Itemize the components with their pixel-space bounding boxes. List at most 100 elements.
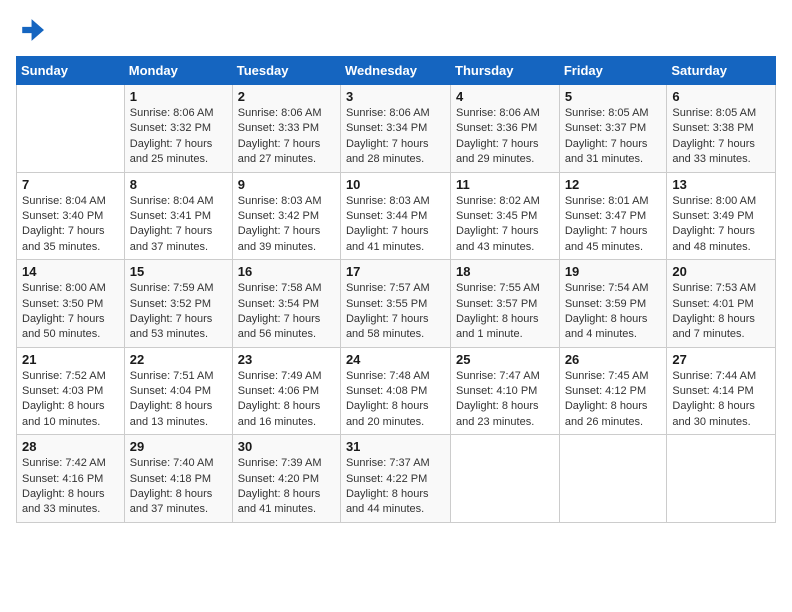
day-cell: [17, 85, 125, 173]
day-cell: 11 Sunrise: 8:02 AM Sunset: 3:45 PM Dayli…: [451, 172, 560, 260]
day-cell: 26 Sunrise: 7:45 AM Sunset: 4:12 PM Dayli…: [559, 347, 667, 435]
column-header-friday: Friday: [559, 57, 667, 85]
day-detail: Sunrise: 8:06 AM Sunset: 3:36 PM Dayligh…: [456, 106, 554, 168]
day-number: 9: [238, 177, 335, 192]
day-number: 10: [346, 177, 445, 192]
column-header-thursday: Thursday: [451, 57, 560, 85]
day-number: 18: [456, 264, 554, 279]
column-header-tuesday: Tuesday: [232, 57, 340, 85]
day-detail: Sunrise: 7:54 AM Sunset: 3:59 PM Dayligh…: [565, 281, 662, 343]
day-cell: 6Sunrise: 8:05 AM Sunset: 3:38 PM Daylig…: [667, 85, 776, 173]
day-cell: 31Sunrise: 7:37 AM Sunset: 4:22 PM Dayli…: [340, 435, 450, 523]
day-detail: Sunrise: 7:40 AM Sunset: 4:18 PM Dayligh…: [130, 456, 227, 518]
day-cell: 19 Sunrise: 7:54 AM Sunset: 3:59 PM Dayli…: [559, 260, 667, 348]
week-row-3: 14 Sunrise: 8:00 AM Sunset: 3:50 PM Dayli…: [17, 260, 776, 348]
day-cell: 30 Sunrise: 7:39 AM Sunset: 4:20 PM Dayli…: [232, 435, 340, 523]
calendar-header-row: SundayMondayTuesdayWednesdayThursdayFrid…: [17, 57, 776, 85]
day-cell: [559, 435, 667, 523]
day-cell: 24 Sunrise: 7:48 AM Sunset: 4:08 PM Dayli…: [340, 347, 450, 435]
day-cell: 10 Sunrise: 8:03 AM Sunset: 3:44 PM Dayli…: [340, 172, 450, 260]
day-number: 29: [130, 439, 227, 454]
day-number: 3: [346, 89, 445, 104]
day-cell: 8Sunrise: 8:04 AM Sunset: 3:41 PM Daylig…: [124, 172, 232, 260]
day-number: 19: [565, 264, 662, 279]
day-detail: Sunrise: 7:55 AM Sunset: 3:57 PM Dayligh…: [456, 281, 554, 343]
day-number: 28: [22, 439, 119, 454]
day-cell: 22 Sunrise: 7:51 AM Sunset: 4:04 PM Dayli…: [124, 347, 232, 435]
day-detail: Sunrise: 8:06 AM Sunset: 3:33 PM Dayligh…: [238, 106, 335, 168]
day-number: 7: [22, 177, 119, 192]
day-cell: 15 Sunrise: 7:59 AM Sunset: 3:52 PM Dayli…: [124, 260, 232, 348]
day-number: 20: [672, 264, 770, 279]
calendar-table: SundayMondayTuesdayWednesdayThursdayFrid…: [16, 56, 776, 523]
day-detail: Sunrise: 7:58 AM Sunset: 3:54 PM Dayligh…: [238, 281, 335, 343]
day-number: 22: [130, 352, 227, 367]
logo: [16, 16, 46, 44]
day-number: 31: [346, 439, 445, 454]
day-detail: Sunrise: 7:51 AM Sunset: 4:04 PM Dayligh…: [130, 369, 227, 431]
day-cell: 29 Sunrise: 7:40 AM Sunset: 4:18 PM Dayli…: [124, 435, 232, 523]
day-detail: Sunrise: 7:59 AM Sunset: 3:52 PM Dayligh…: [130, 281, 227, 343]
day-cell: 16 Sunrise: 7:58 AM Sunset: 3:54 PM Dayli…: [232, 260, 340, 348]
day-cell: 28Sunrise: 7:42 AM Sunset: 4:16 PM Dayli…: [17, 435, 125, 523]
day-number: 12: [565, 177, 662, 192]
day-cell: 20Sunrise: 7:53 AM Sunset: 4:01 PM Dayli…: [667, 260, 776, 348]
day-number: 1: [130, 89, 227, 104]
day-number: 21: [22, 352, 119, 367]
day-detail: Sunrise: 8:00 AM Sunset: 3:49 PM Dayligh…: [672, 194, 770, 256]
week-row-1: 1 Sunrise: 8:06 AM Sunset: 3:32 PM Daylig…: [17, 85, 776, 173]
day-number: 16: [238, 264, 335, 279]
day-number: 23: [238, 352, 335, 367]
day-detail: Sunrise: 8:03 AM Sunset: 3:44 PM Dayligh…: [346, 194, 445, 256]
day-number: 25: [456, 352, 554, 367]
day-cell: 12 Sunrise: 8:01 AM Sunset: 3:47 PM Dayli…: [559, 172, 667, 260]
day-detail: Sunrise: 8:01 AM Sunset: 3:47 PM Dayligh…: [565, 194, 662, 256]
day-cell: 1 Sunrise: 8:06 AM Sunset: 3:32 PM Daylig…: [124, 85, 232, 173]
day-detail: Sunrise: 8:03 AM Sunset: 3:42 PM Dayligh…: [238, 194, 335, 256]
day-cell: 9 Sunrise: 8:03 AM Sunset: 3:42 PM Daylig…: [232, 172, 340, 260]
day-number: 17: [346, 264, 445, 279]
day-cell: 23 Sunrise: 7:49 AM Sunset: 4:06 PM Dayli…: [232, 347, 340, 435]
day-number: 26: [565, 352, 662, 367]
day-number: 15: [130, 264, 227, 279]
week-row-5: 28Sunrise: 7:42 AM Sunset: 4:16 PM Dayli…: [17, 435, 776, 523]
day-detail: Sunrise: 8:00 AM Sunset: 3:50 PM Dayligh…: [22, 281, 119, 343]
day-detail: Sunrise: 7:45 AM Sunset: 4:12 PM Dayligh…: [565, 369, 662, 431]
day-number: 27: [672, 352, 770, 367]
column-header-wednesday: Wednesday: [340, 57, 450, 85]
day-number: 5: [565, 89, 662, 104]
day-number: 2: [238, 89, 335, 104]
day-detail: Sunrise: 7:39 AM Sunset: 4:20 PM Dayligh…: [238, 456, 335, 518]
day-cell: 18 Sunrise: 7:55 AM Sunset: 3:57 PM Dayli…: [451, 260, 560, 348]
day-detail: Sunrise: 7:47 AM Sunset: 4:10 PM Dayligh…: [456, 369, 554, 431]
day-number: 8: [130, 177, 227, 192]
day-cell: 21 Sunrise: 7:52 AM Sunset: 4:03 PM Dayli…: [17, 347, 125, 435]
column-header-monday: Monday: [124, 57, 232, 85]
day-detail: Sunrise: 7:52 AM Sunset: 4:03 PM Dayligh…: [22, 369, 119, 431]
week-row-4: 21 Sunrise: 7:52 AM Sunset: 4:03 PM Dayli…: [17, 347, 776, 435]
day-cell: 13 Sunrise: 8:00 AM Sunset: 3:49 PM Dayli…: [667, 172, 776, 260]
day-detail: Sunrise: 8:05 AM Sunset: 3:38 PM Dayligh…: [672, 106, 770, 168]
week-row-2: 7 Sunrise: 8:04 AM Sunset: 3:40 PM Daylig…: [17, 172, 776, 260]
day-number: 11: [456, 177, 554, 192]
day-cell: [667, 435, 776, 523]
column-header-sunday: Sunday: [17, 57, 125, 85]
day-number: 30: [238, 439, 335, 454]
day-cell: 2 Sunrise: 8:06 AM Sunset: 3:33 PM Daylig…: [232, 85, 340, 173]
day-number: 4: [456, 89, 554, 104]
day-cell: 14 Sunrise: 8:00 AM Sunset: 3:50 PM Dayli…: [17, 260, 125, 348]
day-number: 24: [346, 352, 445, 367]
day-number: 13: [672, 177, 770, 192]
day-number: 14: [22, 264, 119, 279]
day-detail: Sunrise: 7:49 AM Sunset: 4:06 PM Dayligh…: [238, 369, 335, 431]
day-detail: Sunrise: 8:02 AM Sunset: 3:45 PM Dayligh…: [456, 194, 554, 256]
day-detail: Sunrise: 8:04 AM Sunset: 3:40 PM Dayligh…: [22, 194, 119, 256]
day-detail: Sunrise: 7:44 AM Sunset: 4:14 PM Dayligh…: [672, 369, 770, 431]
day-cell: 4 Sunrise: 8:06 AM Sunset: 3:36 PM Daylig…: [451, 85, 560, 173]
day-detail: Sunrise: 8:06 AM Sunset: 3:34 PM Dayligh…: [346, 106, 445, 168]
day-cell: 27 Sunrise: 7:44 AM Sunset: 4:14 PM Dayli…: [667, 347, 776, 435]
day-detail: Sunrise: 7:48 AM Sunset: 4:08 PM Dayligh…: [346, 369, 445, 431]
day-detail: Sunrise: 8:05 AM Sunset: 3:37 PM Dayligh…: [565, 106, 662, 168]
day-detail: Sunrise: 8:06 AM Sunset: 3:32 PM Dayligh…: [130, 106, 227, 168]
day-cell: 17Sunrise: 7:57 AM Sunset: 3:55 PM Dayli…: [340, 260, 450, 348]
